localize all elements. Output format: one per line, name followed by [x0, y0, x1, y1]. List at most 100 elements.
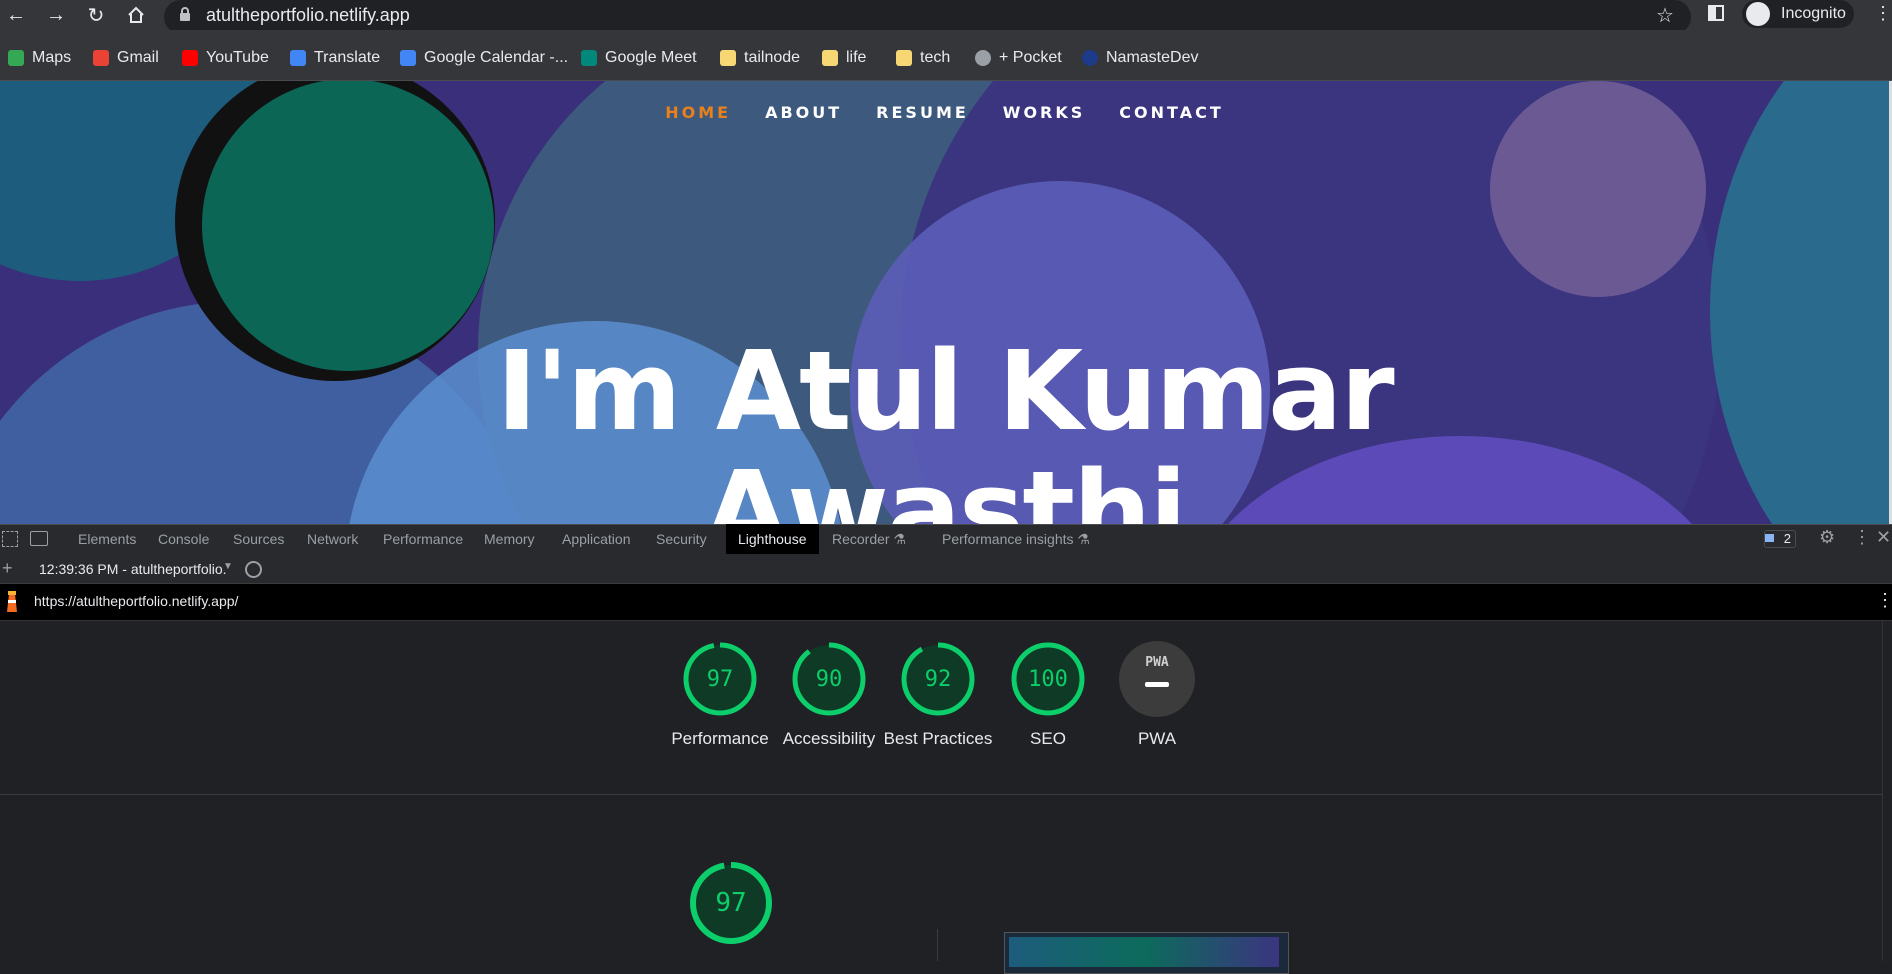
translate-icon	[290, 50, 306, 66]
divider	[0, 794, 1882, 795]
calendar-icon	[400, 50, 416, 66]
report-menu-icon[interactable]: ⋮	[1876, 590, 1892, 611]
devtools-menu-icon[interactable]: ⋮	[1853, 527, 1871, 548]
bookmark-label: life	[846, 49, 867, 66]
folder-icon	[896, 50, 912, 66]
side-panel-icon[interactable]	[1708, 5, 1724, 21]
bookmark-7[interactable]: life	[822, 47, 866, 69]
clear-reports-icon[interactable]	[245, 561, 262, 578]
tab-label: Security	[656, 531, 707, 547]
score-gauge[interactable]: 100	[1010, 641, 1086, 717]
incognito-icon	[1746, 2, 1770, 26]
bookmark-1[interactable]: Gmail	[93, 47, 159, 69]
devtools-tab-application[interactable]: Application	[550, 524, 643, 554]
meet-icon	[581, 50, 597, 66]
score-label: PWA	[1137, 729, 1177, 748]
experimental-flask-icon: ⚗	[1073, 531, 1090, 547]
bookmark-label: Google Calendar -...	[424, 49, 569, 66]
devtools-tab-recorder[interactable]: Recorder ⚗	[820, 524, 918, 554]
nav-link-about[interactable]: ABOUT	[765, 103, 842, 122]
tab-label: Performance	[383, 531, 464, 547]
experimental-flask-icon: ⚗	[889, 531, 907, 547]
bookmark-star-icon[interactable]: ☆	[1656, 3, 1674, 28]
bookmark-2[interactable]: YouTube	[182, 47, 269, 69]
hero-title: I'm Atul Kumar Awasthi	[0, 331, 1889, 524]
nav-link-works[interactable]: WORKS	[1003, 103, 1086, 122]
bookmark-6[interactable]: tailnode	[720, 47, 800, 69]
bookmark-4[interactable]: Google Calendar -...	[400, 47, 568, 69]
decor-circle	[202, 81, 494, 371]
tab-label: Performance insights	[942, 531, 1074, 547]
tab-label: Elements	[78, 531, 137, 547]
reload-icon[interactable]: ↻	[82, 2, 110, 28]
lighthouse-toolbar	[0, 555, 1892, 584]
pwa-gauge[interactable]: PWA	[1119, 641, 1195, 717]
tab-label: Lighthouse	[738, 531, 807, 547]
inspect-element-icon[interactable]	[2, 531, 18, 547]
close-devtools-icon[interactable]: ✕	[1876, 527, 1891, 548]
bookmark-label: NamasteDev	[1106, 49, 1199, 66]
bookmark-9[interactable]: + Pocket	[975, 47, 1062, 69]
bookmark-8[interactable]: tech	[896, 47, 950, 69]
report-url[interactable]: https://atultheportfolio.netlify.app/	[34, 593, 238, 609]
score-value: 92	[924, 666, 952, 692]
bookmark-label: YouTube	[206, 49, 269, 66]
lock-icon[interactable]	[178, 6, 192, 27]
report-selector[interactable]: 12:39:36 PM - atultheportfolio.	[39, 561, 227, 577]
bookmark-3[interactable]: Translate	[290, 47, 380, 69]
bookmark-5[interactable]: Google Meet	[581, 47, 697, 69]
bookmark-label: Translate	[314, 49, 381, 66]
devtools-tab-elements[interactable]: Elements	[66, 524, 148, 554]
score-gauge[interactable]: 92	[900, 641, 976, 717]
devtools-tab-console[interactable]: Console	[146, 524, 221, 554]
bookmark-label: + Pocket	[999, 49, 1062, 66]
issues-icon	[1765, 534, 1774, 542]
devtools-tab-network[interactable]: Network	[295, 524, 370, 554]
home-icon[interactable]	[122, 2, 150, 28]
settings-gear-icon[interactable]: ⚙	[1819, 527, 1835, 548]
profile-label: Incognito	[1781, 5, 1846, 22]
screenshot-thumbnail	[1004, 932, 1289, 974]
devtools-tab-security[interactable]: Security	[644, 524, 719, 554]
bookmark-label: Gmail	[117, 49, 159, 66]
chevron-down-icon[interactable]: ▼	[223, 561, 233, 572]
nav-link-home[interactable]: HOME	[665, 103, 731, 122]
score-value: 100	[1028, 666, 1068, 692]
devtools-tab-memory[interactable]: Memory	[472, 524, 547, 554]
bookmark-label: Maps	[32, 49, 72, 66]
bookmark-0[interactable]: Maps	[8, 47, 71, 69]
thumbnail-image	[1009, 937, 1279, 967]
devtools-tab-lighthouse[interactable]: Lighthouse	[726, 524, 819, 554]
tab-label: Memory	[484, 531, 535, 547]
lighthouse-logo-icon	[4, 590, 20, 619]
menu-kebab-icon[interactable]: ⋮	[1874, 3, 1892, 24]
namastedev-icon	[1082, 50, 1098, 66]
devtools-tab-performance[interactable]: Performance	[371, 524, 475, 554]
new-report-icon[interactable]: +	[2, 558, 13, 579]
forward-arrow-icon[interactable]: →	[42, 2, 70, 28]
score-gauge[interactable]: 97	[689, 861, 773, 945]
score-gauge[interactable]: 97	[682, 641, 758, 717]
folder-icon	[822, 50, 838, 66]
maps-icon	[8, 50, 24, 66]
globe-icon	[975, 50, 991, 66]
back-arrow-icon[interactable]: ←	[2, 2, 30, 28]
folder-icon	[720, 50, 736, 66]
score-value: 90	[815, 666, 843, 692]
nav-link-resume[interactable]: RESUME	[876, 103, 969, 122]
bookmark-label: tech	[920, 49, 951, 66]
score-gauge[interactable]: 90	[791, 641, 867, 717]
score-value: PWA	[1145, 655, 1169, 670]
url-text[interactable]: atultheportfolio.netlify.app	[206, 5, 410, 26]
issues-count: 2	[1783, 531, 1791, 546]
devtools-tab-performance-insights[interactable]: Performance insights ⚗	[930, 524, 1102, 554]
score-value: 97	[706, 666, 734, 692]
devtools-tab-sources[interactable]: Sources	[221, 524, 296, 554]
bookmark-10[interactable]: NamasteDev	[1082, 47, 1198, 69]
lighthouse-report: 97 Performance 90 Accessibility 92 Best Pract…	[0, 621, 1882, 974]
bookmark-label: Google Meet	[605, 49, 697, 66]
nav-link-contact[interactable]: CONTACT	[1119, 103, 1223, 122]
score-value: 97	[715, 888, 747, 918]
device-toolbar-icon[interactable]	[30, 531, 48, 546]
report-scrollbar[interactable]	[1882, 621, 1892, 961]
